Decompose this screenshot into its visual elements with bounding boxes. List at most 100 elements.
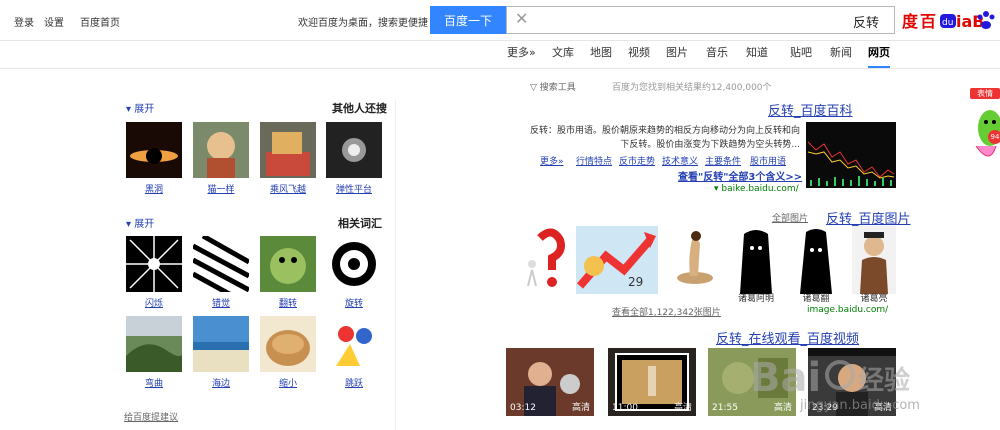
baidu-jingyan-watermark: Bai 经验	[750, 355, 910, 401]
yoga-figure-image[interactable]	[670, 226, 720, 294]
tab-zhidao[interactable]: 知道	[746, 44, 768, 60]
svg-text:百: 百	[920, 12, 936, 31]
side-emoji-widget[interactable]: 表情 94	[970, 88, 1000, 188]
related-item-label[interactable]: 旋转	[326, 296, 382, 309]
baidu-logo[interactable]: 度 百 du iaB	[902, 5, 996, 35]
chevron-down-icon: ▾	[126, 219, 135, 230]
tab-wenku[interactable]: 文库	[552, 44, 574, 60]
black-figure-image-1[interactable]	[794, 226, 838, 294]
top-bar: 登录 设置 百度首页 欢迎百度为桌面，搜索更便捷！ 百度一下 ✕ 度 百 du …	[0, 0, 1000, 41]
related-item-label[interactable]: 错觉	[193, 296, 249, 309]
chevron-down-icon: ▾	[126, 104, 135, 115]
stock-chart-thumb[interactable]	[806, 122, 896, 188]
column-divider	[395, 100, 396, 430]
tab-more[interactable]: 更多»	[507, 44, 536, 60]
related-people-title: 其他人还搜	[332, 102, 387, 115]
question-mark-figure-image[interactable]	[522, 226, 572, 294]
svg-text:Bai: Bai	[750, 355, 821, 401]
tab-image[interactable]: 图片	[666, 44, 688, 60]
result-url-1: ▾ baike.baidu.com/	[714, 184, 799, 194]
baike-link-4[interactable]: 反市走势	[619, 154, 655, 167]
related-item-label[interactable]: 翻转	[260, 296, 316, 309]
search-button[interactable]: 百度一下	[430, 6, 506, 34]
related-person-thumb[interactable]	[260, 122, 316, 178]
watermark-url: jingyan.baidu.com	[800, 398, 920, 413]
all-images-sublink[interactable]: 全部图片	[772, 211, 808, 224]
result-url-2: image.baidu.com/	[807, 305, 889, 315]
related-item-label[interactable]: 缩小	[260, 376, 316, 389]
related-item-label[interactable]: 弯曲	[126, 376, 182, 389]
image-caption[interactable]: 诸葛亮	[852, 291, 896, 304]
related-word-thumb[interactable]	[193, 316, 249, 372]
baike-link-2[interactable]: 主要条件	[705, 154, 741, 167]
promo-text[interactable]: 欢迎百度为桌面，搜索更便捷！	[298, 14, 438, 29]
svg-text:29: 29	[628, 275, 643, 289]
related-word-thumb[interactable]	[260, 316, 316, 372]
black-figure-image-2[interactable]	[734, 226, 778, 294]
related-item-label[interactable]: 闪烁	[126, 296, 182, 309]
video-quality-badge: 高清	[571, 403, 590, 413]
related-person-thumb[interactable]	[193, 122, 249, 178]
zhuge-liang-image[interactable]	[852, 226, 896, 294]
related-person-thumb[interactable]	[326, 122, 382, 178]
related-person-thumb[interactable]	[126, 122, 182, 178]
expand-toggle-1[interactable]: ▾ 展开	[126, 100, 154, 115]
result-count: 百度为您找到相关结果约12,400,000个	[612, 83, 772, 93]
stock-arrow-cartoon-image[interactable]: 29	[576, 226, 658, 294]
svg-text:度: 度	[902, 12, 919, 31]
result-snippet-1: 反转：股市用语。股价朝原来趋势的相反方向移动分为向上反转和向	[529, 126, 800, 136]
baike-link-1[interactable]: 股市用语	[750, 154, 786, 167]
video-duration: 03:12	[510, 403, 536, 413]
result-title-baike[interactable]: 反转_百度百科	[768, 100, 853, 119]
image-caption[interactable]: 诸葛阿明	[734, 291, 778, 304]
tab-music[interactable]: 音乐	[706, 44, 728, 60]
side-widget-label: 表情	[970, 88, 1000, 99]
baike-all-meanings-link[interactable]: 查看"反转"全部3个含义>>	[678, 168, 802, 183]
tab-news[interactable]: 新闻	[830, 44, 852, 60]
related-word-thumb[interactable]	[326, 316, 382, 372]
related-item-label[interactable]: 乘风飞越	[260, 182, 316, 195]
tab-tieba[interactable]: 贴吧	[790, 44, 812, 60]
feedback-link[interactable]: 给百度提建议	[124, 410, 178, 423]
tab-map[interactable]: 地图	[590, 44, 612, 60]
svg-text:经验: 经验	[858, 365, 910, 396]
svg-text:du: du	[942, 18, 953, 28]
video-thumbnail[interactable]: 高清 11:00	[608, 348, 696, 416]
video-duration: 21:55	[712, 403, 738, 413]
close-icon[interactable]: ✕	[515, 9, 528, 28]
search-tools-link[interactable]: ▽ 搜索工具	[530, 80, 576, 93]
related-item-label[interactable]: 黑洞	[126, 182, 182, 195]
related-item-label[interactable]: 海边	[193, 376, 249, 389]
baike-link-more[interactable]: 更多»	[540, 154, 564, 167]
settings-link[interactable]: 设置	[44, 14, 64, 29]
related-item-label[interactable]: 弹性平台	[326, 182, 382, 195]
stock-chart-image	[806, 122, 896, 188]
tab-web[interactable]: 网页	[868, 44, 890, 68]
filter-icon: ▽	[530, 83, 537, 93]
login-link[interactable]: 登录	[14, 14, 34, 29]
related-word-thumb[interactable]	[126, 316, 182, 372]
related-word-thumb[interactable]	[193, 236, 249, 292]
result-title-images[interactable]: 反转_百度图片	[826, 208, 911, 227]
related-word-thumb[interactable]	[126, 236, 182, 292]
related-item-label[interactable]: 猫一样	[193, 182, 249, 195]
home-link[interactable]: 百度首页	[80, 14, 120, 29]
baike-link-3[interactable]: 技术意义	[662, 154, 698, 167]
more-images-link[interactable]: 查看全部1,122,342张图片	[612, 305, 721, 318]
video-duration: 11:00	[612, 403, 638, 413]
related-words-title: 相关词汇	[338, 217, 382, 230]
baike-link-5[interactable]: 行情特点	[576, 154, 612, 167]
result-snippet-2: 下反转。股价由涨变为下跌趋势为空头转势...	[620, 140, 800, 150]
search-box[interactable]: ✕	[506, 6, 895, 34]
related-word-thumb[interactable]	[260, 236, 316, 292]
video-quality-badge: 高清	[673, 403, 692, 413]
tab-divider	[0, 68, 1000, 69]
tab-video[interactable]: 视频	[628, 44, 650, 60]
video-thumbnail[interactable]: 高清 03:12	[506, 348, 594, 416]
related-word-thumb[interactable]	[326, 236, 382, 292]
related-item-label[interactable]: 跳跃	[326, 376, 382, 389]
expand-toggle-2[interactable]: ▾ 展开	[126, 215, 154, 230]
side-widget-count: 94	[988, 130, 1000, 144]
search-input[interactable]	[557, 8, 881, 34]
image-caption[interactable]: 诸葛翻	[794, 291, 838, 304]
